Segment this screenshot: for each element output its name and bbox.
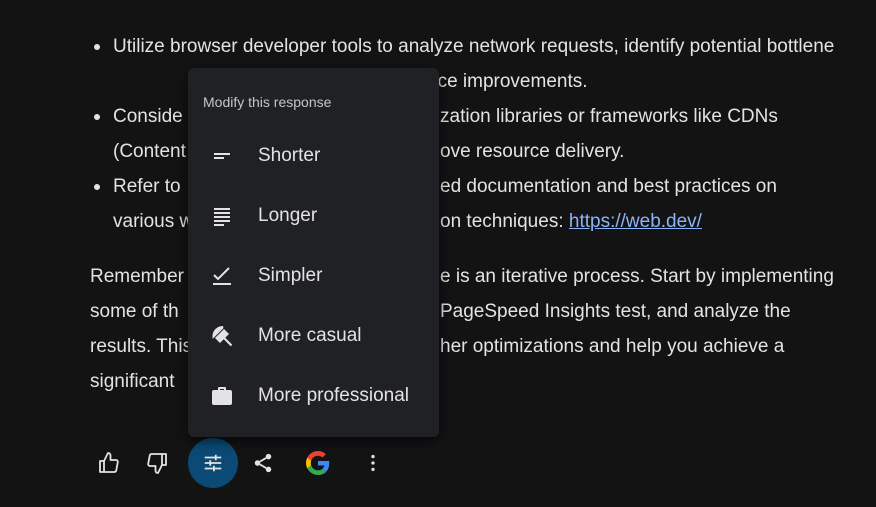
professional-icon	[210, 384, 234, 408]
web-dev-link[interactable]: https://web.dev/	[569, 211, 702, 232]
thumbs-down-icon	[145, 451, 169, 475]
thumbs-down-button[interactable]	[132, 438, 182, 488]
bullet-3-line-2-tail: on techniques: https://web.dev/	[440, 211, 702, 232]
menu-item-more-casual[interactable]: More casual	[188, 306, 439, 366]
bullet-3-line-1-tail: ed documentation and best practices on	[440, 176, 777, 197]
bullet-3-line-1-head: Refer to	[113, 176, 181, 197]
longer-icon	[210, 204, 234, 228]
menu-item-label: More professional	[258, 385, 410, 406]
simpler-icon	[210, 264, 234, 288]
bullet-2-line-2-head: (Content	[113, 141, 186, 162]
menu-item-simpler[interactable]: Simpler	[188, 246, 439, 306]
share-button[interactable]	[238, 438, 288, 488]
more-options-button[interactable]	[348, 438, 398, 488]
menu-item-longer[interactable]: Longer	[188, 186, 439, 246]
menu-item-label: Longer	[258, 205, 318, 226]
bullet-2-line-2-tail: ove resource delivery.	[440, 141, 625, 162]
google-icon	[306, 451, 330, 475]
google-check-button[interactable]	[293, 438, 343, 488]
modify-response-menu: Modify this response Shorter Longer Simp…	[188, 68, 439, 437]
menu-item-shorter[interactable]: Shorter	[188, 126, 439, 186]
shorter-icon	[210, 144, 234, 168]
menu-item-label: More casual	[258, 325, 362, 346]
thumbs-up-icon	[97, 451, 121, 475]
modify-response-icon	[202, 452, 224, 474]
casual-icon	[210, 324, 234, 348]
bullet-3-line-2-head: various w	[113, 211, 194, 232]
thumbs-up-button[interactable]	[84, 438, 134, 488]
menu-item-more-professional[interactable]: More professional	[188, 366, 439, 426]
modify-response-button[interactable]	[188, 438, 238, 488]
response-actions-toolbar	[84, 438, 414, 488]
menu-title: Modify this response	[203, 94, 332, 110]
menu-item-label: Shorter	[258, 145, 321, 166]
bullet-2-line-1-tail: zation libraries or frameworks like CDNs	[440, 106, 778, 127]
menu-item-label: Simpler	[258, 265, 323, 286]
more-options-icon	[362, 452, 384, 474]
share-icon	[252, 452, 274, 474]
